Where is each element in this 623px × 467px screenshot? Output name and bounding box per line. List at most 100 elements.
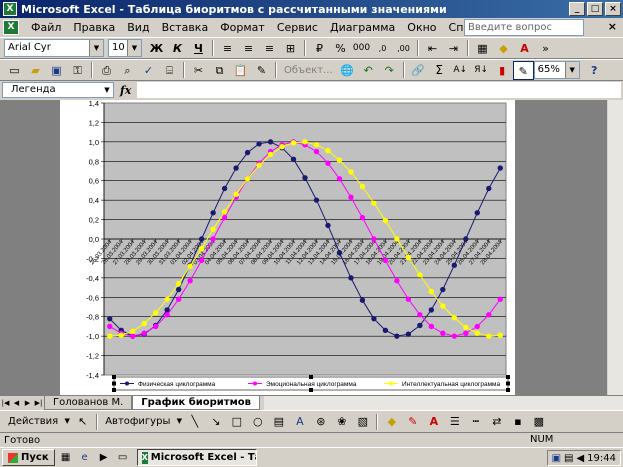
insert-hyperlink-icon[interactable]: 🔗: [408, 61, 429, 80]
tab-prev-icon[interactable]: ◀: [11, 399, 22, 407]
paste-icon[interactable]: 📋: [230, 61, 251, 80]
sheet-tab-biorhythm-chart[interactable]: График биоритмов: [132, 396, 260, 410]
biorhythm-chart[interactable]: 1,41,21,00,80,60,40,20,0-0,2-0,4-0,6-0,8…: [60, 100, 515, 395]
hyperlink-icon[interactable]: 🌐: [337, 61, 358, 80]
sort-ascending-icon[interactable]: А↓: [450, 61, 471, 80]
decrease-indent-icon[interactable]: ⇤: [422, 39, 443, 58]
quicklaunch-ie-icon[interactable]: e: [77, 451, 93, 465]
help-search-input[interactable]: Введите вопрос: [464, 19, 584, 36]
line-style-icon[interactable]: ☰: [444, 412, 465, 431]
new-document-icon[interactable]: ▭: [4, 61, 25, 80]
align-center-icon[interactable]: ≡: [238, 39, 259, 58]
borders-icon[interactable]: ▦: [472, 39, 493, 58]
chevron-down-icon[interactable]: ▼: [174, 412, 184, 431]
font-color-icon[interactable]: A: [423, 412, 444, 431]
arrow-style-icon[interactable]: ⇄: [486, 412, 507, 431]
currency-icon[interactable]: ₽: [309, 39, 330, 58]
menu-view[interactable]: Вид: [121, 21, 155, 34]
help-icon[interactable]: ?: [584, 61, 605, 80]
menu-tools[interactable]: Сервис: [271, 21, 324, 34]
print-icon[interactable]: ⎙: [96, 61, 117, 80]
dash-style-icon[interactable]: ┅: [465, 412, 486, 431]
chevron-down-icon[interactable]: ▼: [101, 83, 113, 97]
sheet-tab-golovanov[interactable]: Голованов М.: [44, 396, 133, 410]
select-objects-icon[interactable]: ↖: [72, 412, 93, 431]
increase-indent-icon[interactable]: ⇥: [443, 39, 464, 58]
line-icon[interactable]: ╲: [184, 412, 205, 431]
zoom-select[interactable]: 65% ▼: [533, 61, 580, 79]
bold-icon[interactable]: Ж: [146, 39, 167, 58]
document-close-icon[interactable]: ×: [608, 20, 617, 33]
tab-last-icon[interactable]: ▶|: [33, 399, 44, 407]
menu-chart[interactable]: Диаграмма: [324, 21, 401, 34]
menu-window[interactable]: Окно: [401, 21, 442, 34]
toolbar-options-icon[interactable]: »: [535, 39, 556, 58]
quicklaunch-desktop-icon[interactable]: ▭: [115, 451, 131, 465]
increase-decimal-icon[interactable]: ,0: [372, 39, 393, 58]
research-icon[interactable]: ⌸: [159, 61, 180, 80]
shadow-icon[interactable]: ▪: [507, 412, 528, 431]
merge-center-icon[interactable]: ⊞: [280, 39, 301, 58]
clipart-icon[interactable]: ❀: [331, 412, 352, 431]
arrow-icon[interactable]: ↘: [205, 412, 226, 431]
open-folder-icon[interactable]: ▰: [25, 61, 46, 80]
oval-icon[interactable]: ○: [247, 412, 268, 431]
fill-color-icon[interactable]: ◆: [493, 39, 514, 58]
format-painter-icon[interactable]: ✎: [251, 61, 272, 80]
diagram-icon[interactable]: ⊛: [310, 412, 331, 431]
font-select[interactable]: Arial Cyr ▼: [4, 39, 104, 57]
drawing-toggle-icon[interactable]: ✎: [512, 60, 534, 80]
line-color-icon[interactable]: ✎: [402, 412, 423, 431]
menu-file[interactable]: Файл: [25, 21, 67, 34]
spelling-icon[interactable]: ✓: [138, 61, 159, 80]
underline-icon[interactable]: Ч: [188, 39, 209, 58]
chevron-down-icon[interactable]: ▼: [127, 40, 141, 56]
quicklaunch-explorer-icon[interactable]: ▦: [58, 451, 74, 465]
sort-descending-icon[interactable]: Я↓: [471, 61, 492, 80]
quicklaunch-mediaplayer-icon[interactable]: ▶: [96, 451, 112, 465]
redo-icon[interactable]: ↷: [379, 61, 400, 80]
tab-first-icon[interactable]: |◀: [0, 399, 11, 407]
menu-insert[interactable]: Вставка: [156, 21, 215, 34]
chevron-down-icon[interactable]: ▼: [62, 412, 72, 431]
tray-language-icon[interactable]: ▣: [552, 453, 561, 464]
italic-icon[interactable]: К: [167, 39, 188, 58]
copy-icon[interactable]: ⧉: [209, 61, 230, 80]
name-box[interactable]: Легенда ▼: [2, 82, 114, 98]
fill-color-icon[interactable]: ◆: [381, 412, 402, 431]
rectangle-icon[interactable]: □: [226, 412, 247, 431]
draw-actions-menu[interactable]: Действия: [4, 416, 62, 427]
document-icon[interactable]: X: [3, 20, 19, 35]
tray-volume-icon[interactable]: ◀: [576, 453, 584, 464]
fx-icon[interactable]: fx: [120, 84, 131, 97]
font-color-icon[interactable]: A: [514, 39, 535, 58]
chart-wizard-icon[interactable]: ▮: [492, 61, 513, 80]
print-preview-icon[interactable]: ⌕: [117, 61, 138, 80]
chevron-down-icon[interactable]: ▼: [89, 40, 103, 56]
3d-icon[interactable]: ▩: [528, 412, 549, 431]
textbox-icon[interactable]: ▤: [268, 412, 289, 431]
tab-next-icon[interactable]: ▶: [22, 399, 33, 407]
percent-icon[interactable]: %: [330, 39, 351, 58]
minimize-button[interactable]: _: [569, 2, 585, 16]
tray-network-icon[interactable]: ▤: [564, 453, 573, 464]
font-size-select[interactable]: 10 ▼: [108, 39, 142, 57]
cut-icon[interactable]: ✂: [188, 61, 209, 80]
autoshapes-menu[interactable]: Автофигуры: [101, 416, 174, 427]
thousands-icon[interactable]: 000: [351, 39, 372, 58]
decrease-decimal-icon[interactable]: ,00: [393, 39, 414, 58]
autosum-icon[interactable]: Σ: [429, 61, 450, 80]
maximize-button[interactable]: □: [587, 2, 603, 16]
vertical-scrollbar[interactable]: [607, 100, 623, 395]
close-button[interactable]: ×: [605, 2, 621, 16]
picture-icon[interactable]: ▧: [352, 412, 373, 431]
menu-format[interactable]: Формат: [214, 21, 271, 34]
taskbar-excel-button[interactable]: X Microsoft Excel - Таб...: [136, 449, 257, 466]
start-button[interactable]: Пуск: [2, 449, 55, 466]
horizontal-scrollbar[interactable]: [263, 396, 623, 410]
menu-edit[interactable]: Правка: [67, 21, 121, 34]
chart-page[interactable]: 1,4 1,2 1,0 0,8 0,6 0,4 0,2 0,0 -0,2 -0,4 -0,6 -0,8…: [60, 100, 515, 395]
wordart-icon[interactable]: A: [289, 412, 310, 431]
align-left-icon[interactable]: ≡: [217, 39, 238, 58]
chevron-down-icon[interactable]: ▼: [564, 62, 579, 78]
